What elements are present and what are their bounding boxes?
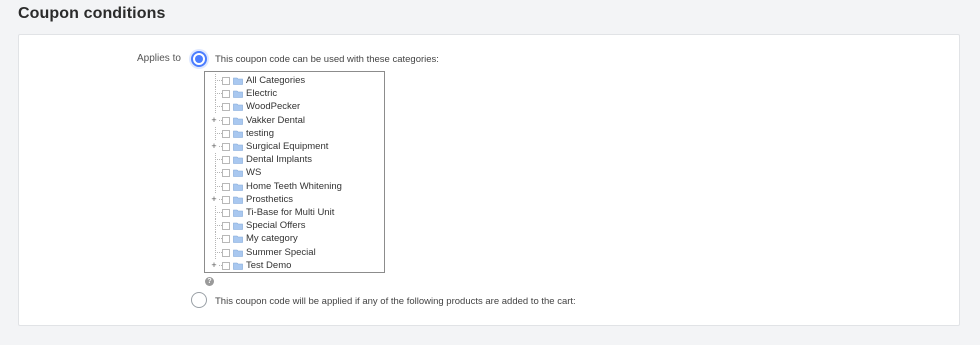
folder-icon <box>233 77 243 85</box>
tree-item-label: My category <box>246 233 298 245</box>
tree-item-checkbox[interactable] <box>222 116 230 125</box>
expand-icon[interactable]: + <box>210 140 218 153</box>
tree-item[interactable]: + Vakker Dental <box>205 113 384 127</box>
tree-item-label: Electric <box>246 88 278 100</box>
coupon-conditions-panel: Applies to This coupon code can be used … <box>18 34 960 326</box>
tree-item-label: All Categories <box>246 75 306 86</box>
tree-item-label: Vakker Dental <box>246 114 305 126</box>
tree-item-checkbox[interactable] <box>222 235 230 244</box>
tree-item-label: Surgical Equipment <box>246 141 329 152</box>
category-tree[interactable]: All Categories Electric WoodPecker + Vakker … <box>204 71 385 273</box>
tree-item[interactable]: WS <box>205 166 384 180</box>
tree-branch-line <box>211 206 222 219</box>
folder-icon <box>233 143 243 151</box>
tree-item[interactable]: Special Offers <box>205 219 384 233</box>
tree-branch-line <box>211 219 222 233</box>
tree-item-checkbox[interactable] <box>222 195 230 204</box>
tree-item-checkbox[interactable] <box>222 90 230 99</box>
folder-icon <box>233 236 243 244</box>
folder-icon <box>233 222 243 230</box>
categories-radio[interactable] <box>191 51 207 67</box>
applies-to-label: Applies to <box>137 53 181 64</box>
tree-item[interactable]: Home Teeth Whitening <box>205 179 384 193</box>
folder-icon <box>233 183 243 191</box>
tree-item[interactable]: testing <box>205 126 384 140</box>
tree-item-label: WS <box>246 167 262 179</box>
tree-item-checkbox[interactable] <box>222 169 230 178</box>
tree-branch-line <box>211 179 222 193</box>
tree-item-checkbox[interactable] <box>222 77 230 85</box>
products-radio-label[interactable]: This coupon code will be applied if any … <box>215 296 576 307</box>
tree-item[interactable]: + Test Demo <box>205 258 384 272</box>
tree-item-label: Special Offers <box>246 220 306 232</box>
tree-item-label: WoodPecker <box>246 101 301 113</box>
folder-icon <box>233 117 243 125</box>
tree-item[interactable]: + Surgical Equipment <box>205 140 384 153</box>
expand-icon[interactable]: + <box>210 258 218 272</box>
folder-icon <box>233 90 243 98</box>
tree-item[interactable]: Dental Implants <box>205 153 384 167</box>
folder-icon <box>233 130 243 138</box>
tree-item[interactable]: My category <box>205 232 384 246</box>
tree-item-checkbox[interactable] <box>222 129 230 138</box>
tree-item[interactable]: Ti-Base for Multi Unit <box>205 206 384 219</box>
tree-item-label: Ti-Base for Multi Unit <box>246 207 335 218</box>
tree-item[interactable]: + Prosthetics <box>205 192 384 206</box>
tree-branch-line <box>211 245 222 259</box>
tree-branch-line <box>211 74 222 87</box>
tree-item[interactable]: Summer Special <box>205 245 384 259</box>
tree-item-checkbox[interactable] <box>222 143 230 151</box>
tree-item-label: testing <box>246 127 274 139</box>
expand-icon[interactable]: + <box>210 192 218 206</box>
products-radio[interactable] <box>191 292 207 308</box>
tree-item-label: Summer Special <box>246 246 316 258</box>
tree-item[interactable]: All Categories <box>205 74 384 87</box>
tree-item-label: Prosthetics <box>246 193 293 205</box>
tree-item[interactable]: WoodPecker <box>205 100 384 114</box>
tree-item[interactable]: Electric <box>205 87 384 101</box>
folder-icon <box>233 104 243 112</box>
folder-icon <box>233 262 243 270</box>
tree-item-label: Test Demo <box>246 259 292 271</box>
folder-icon <box>233 196 243 204</box>
tree-item-checkbox[interactable] <box>222 209 230 217</box>
categories-radio-label[interactable]: This coupon code can be used with these … <box>215 54 439 65</box>
tree-item-checkbox[interactable] <box>222 182 230 191</box>
tree-item-checkbox[interactable] <box>222 103 230 112</box>
tree-branch-line <box>211 166 222 180</box>
expand-icon[interactable]: + <box>210 113 218 127</box>
tree-item-checkbox[interactable] <box>222 222 230 231</box>
tree-branch-line <box>211 153 222 167</box>
folder-icon <box>233 209 243 217</box>
tree-item-checkbox[interactable] <box>222 261 230 270</box>
folder-icon <box>233 156 243 164</box>
help-icon[interactable]: ? <box>205 277 214 286</box>
tree-item-label: Dental Implants <box>246 154 313 166</box>
folder-icon <box>233 170 243 178</box>
tree-branch-line <box>211 232 222 246</box>
tree-branch-line <box>211 126 222 140</box>
tree-item-label: Home Teeth Whitening <box>246 180 342 192</box>
tree-branch-line <box>211 100 222 114</box>
tree-item-checkbox[interactable] <box>222 248 230 257</box>
tree-branch-line <box>211 87 222 101</box>
tree-item-checkbox[interactable] <box>222 156 230 165</box>
section-title: Coupon conditions <box>18 5 166 22</box>
folder-icon <box>233 249 243 257</box>
